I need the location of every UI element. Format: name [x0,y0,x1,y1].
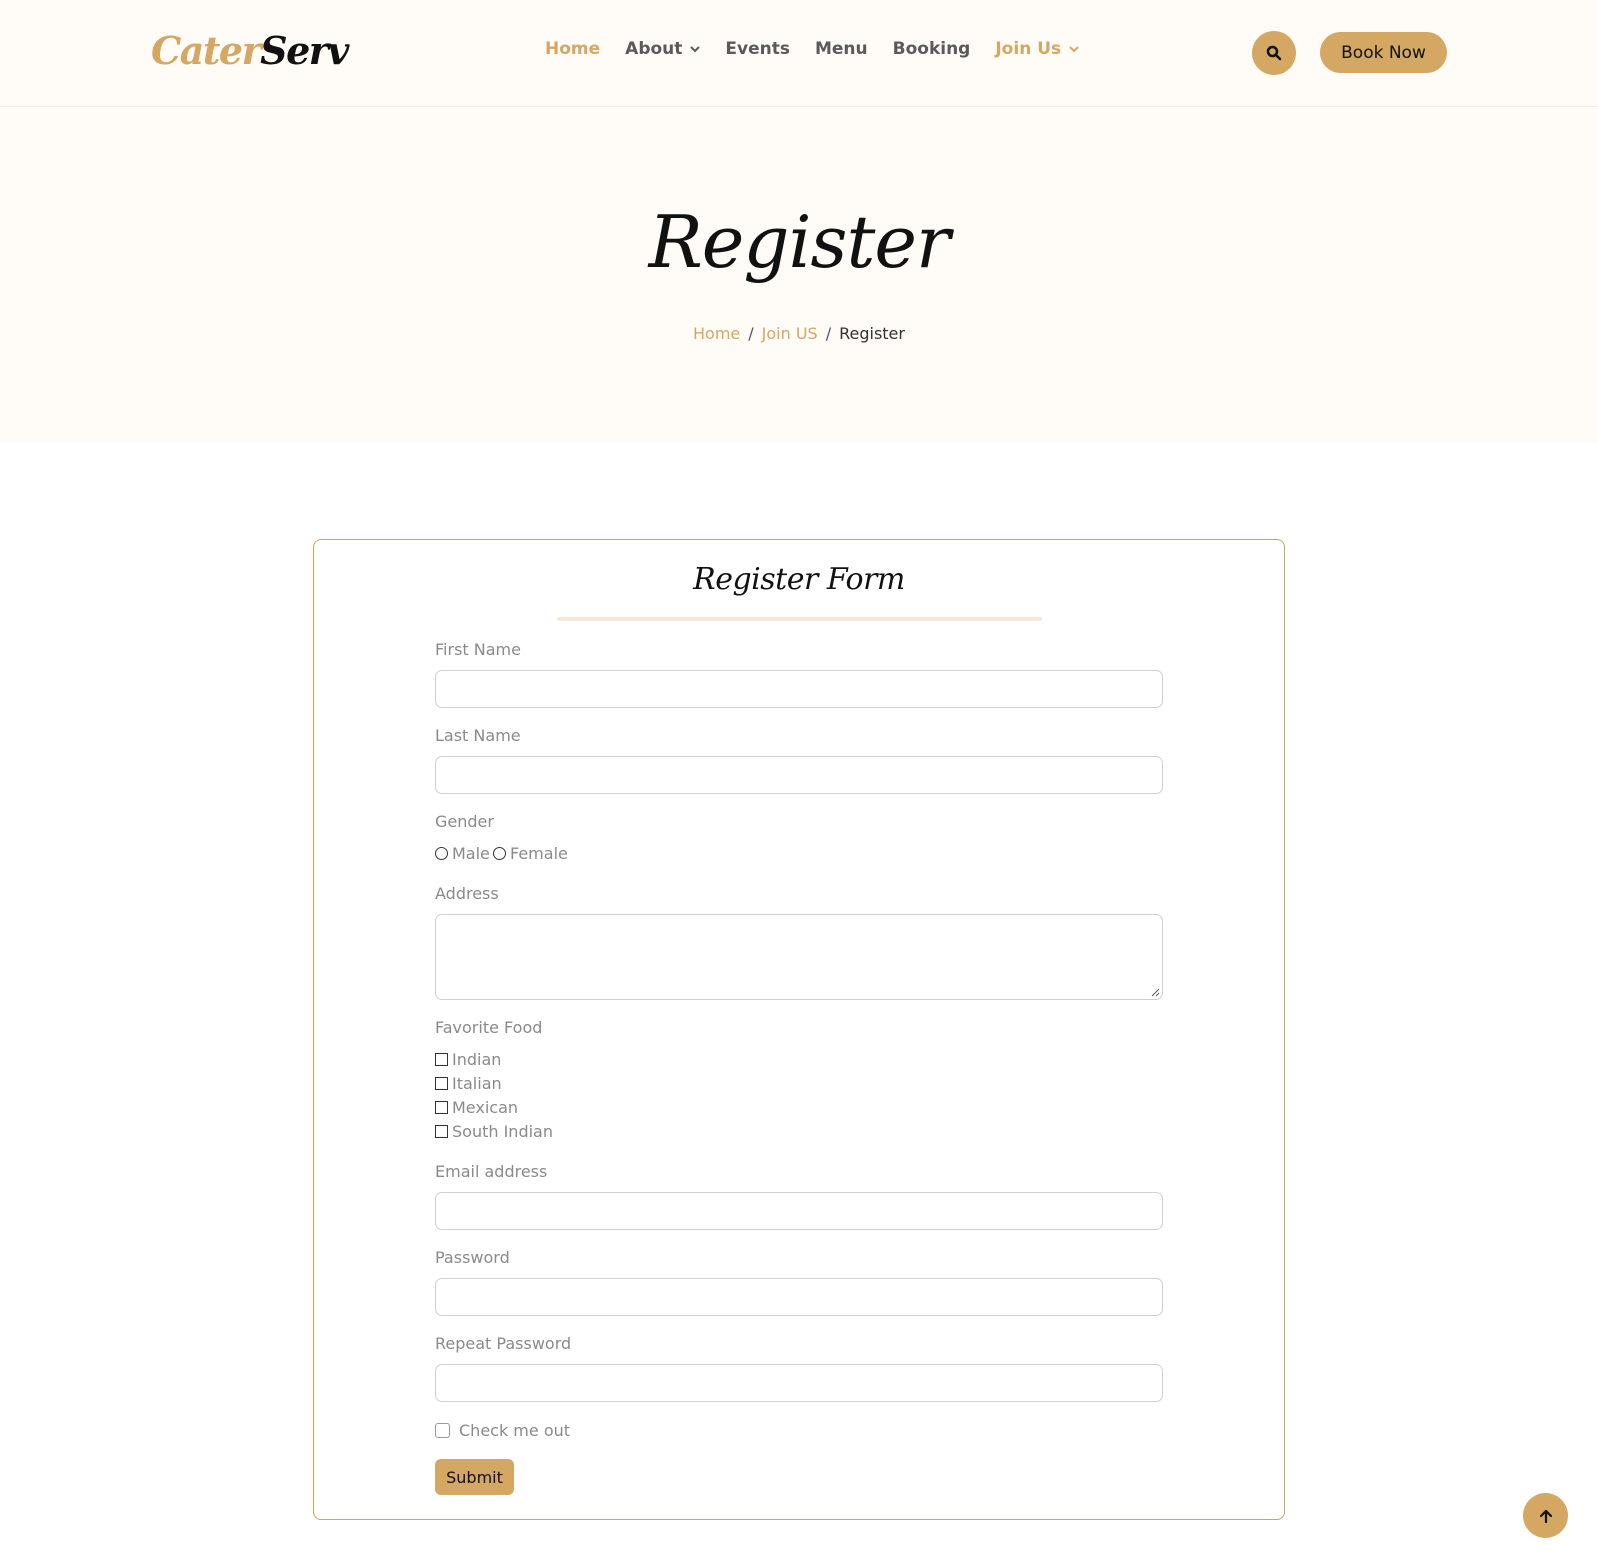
address-label: Address [435,884,499,903]
submit-button[interactable]: Submit [435,1459,514,1495]
breadcrumb-separator: / [825,324,832,343]
book-now-button[interactable]: Book Now [1320,32,1447,73]
gender-option-male[interactable]: Male [435,844,490,863]
food-option-south-indian[interactable]: South Indian [435,1122,553,1141]
page-title: Register [648,200,951,284]
food-indian-label: Indian [452,1050,502,1069]
password-label: Password [435,1248,510,1267]
food-mexican-label: Mexican [452,1098,519,1117]
nav-menu-link[interactable]: Menu [815,39,868,59]
gender-female-label: Female [510,844,568,863]
arrow-up-icon [1539,1509,1552,1523]
logo[interactable]: CaterServ [151,28,349,73]
nav-booking-label: Booking [892,39,971,59]
last-name-field[interactable] [435,756,1163,794]
email-label: Email address [435,1162,548,1181]
address-field[interactable] [435,914,1163,1000]
nav-menu: Home About Events Menu Booking Join Us [545,39,1104,59]
nav-join-us[interactable]: Join Us [995,39,1079,59]
check-me-out-label: Check me out [459,1421,571,1440]
nav-home[interactable]: Home [545,39,600,59]
password-field[interactable] [435,1278,1163,1316]
food-option-indian[interactable]: Indian [435,1050,501,1069]
logo-part-2: Serv [260,28,349,73]
search-icon [1266,45,1282,61]
navbar: CaterServ Home About Events Menu Booking… [0,0,1598,107]
last-name-label: Last Name [435,726,521,745]
search-button[interactable] [1252,31,1296,75]
checkbox[interactable] [435,1053,448,1066]
nav-about[interactable]: About [625,39,701,59]
nav-menu-label: Menu [814,39,868,59]
nav-events[interactable]: Events [725,39,790,59]
form-title: Register Form [693,562,905,597]
breadcrumb-current: Register [839,324,905,343]
breadcrumb: Home / Join US / Register [0,324,1598,343]
resize-handle-icon[interactable] [1151,988,1160,997]
back-to-top-button[interactable] [1523,1493,1568,1538]
nav-events-label: Events [725,39,790,59]
first-name-field[interactable] [435,670,1163,708]
nav-home-label: Home [545,39,601,59]
check-me-out[interactable]: Check me out [435,1421,570,1440]
food-option-mexican[interactable]: Mexican [435,1098,518,1117]
radio-button[interactable] [435,847,448,860]
chevron-down-icon [1069,46,1079,53]
breadcrumb-separator: / [748,324,754,343]
repeat-password-field[interactable] [435,1364,1163,1402]
email-field[interactable] [435,1192,1163,1230]
first-name-label: First Name [435,640,521,659]
nav-booking[interactable]: Booking [893,39,971,59]
breadcrumb-home[interactable]: Home [693,324,740,343]
gender-male-label: Male [452,844,490,863]
title-divider [557,617,1042,621]
repeat-password-label: Repeat Password [435,1334,572,1353]
favorite-food-label: Favorite Food [435,1018,543,1037]
gender-option-female[interactable]: Female [493,844,568,863]
breadcrumb-join-us[interactable]: Join US [762,324,818,343]
checkbox[interactable] [435,1101,448,1114]
food-italian-label: Italian [452,1074,502,1093]
radio-button[interactable] [493,847,506,860]
checkbox[interactable] [435,1077,448,1090]
food-south-indian-label: South Indian [452,1122,553,1141]
checkbox[interactable] [435,1423,450,1438]
gender-label: Gender [435,812,494,831]
food-option-italian[interactable]: Italian [435,1074,502,1093]
nav-join-us-label: Join Us [995,39,1062,59]
nav-about-label: About [625,39,683,59]
logo-part-1: Cater [151,28,262,73]
checkbox[interactable] [435,1125,448,1138]
chevron-down-icon [690,46,701,53]
